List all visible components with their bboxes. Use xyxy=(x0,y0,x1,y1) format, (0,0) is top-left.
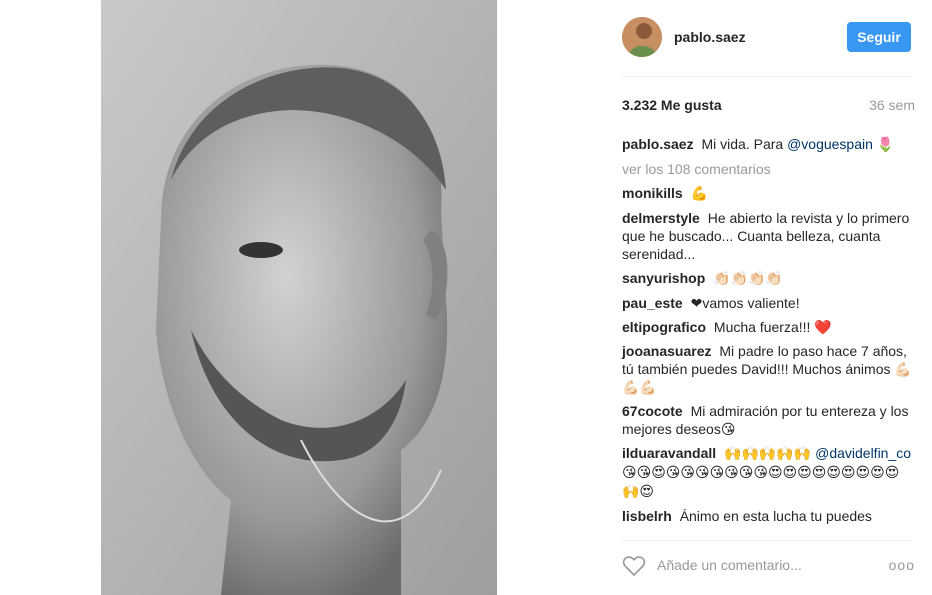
likes-count[interactable]: 3.232 Me gusta xyxy=(622,97,722,113)
comment-text: 👏🏻👏🏻👏🏻👏🏻 xyxy=(713,271,783,287)
list-item: delmerstyle He abierto la revista y lo p… xyxy=(622,209,912,263)
post-header: pablo.saez Seguir xyxy=(622,17,911,57)
view-all-comments-link[interactable]: ver los 108 comentarios xyxy=(622,160,912,178)
post-author-username[interactable]: pablo.saez xyxy=(674,29,746,45)
follow-button[interactable]: Seguir xyxy=(847,22,911,52)
comment-username[interactable]: ilduaravandall xyxy=(622,445,716,461)
post-timestamp[interactable]: 36 sem xyxy=(869,97,915,113)
list-item: ilduaravandall 🙌🙌🙌🙌🙌 @davidelfin_co 😘😘😍😘… xyxy=(622,444,912,501)
portrait-image xyxy=(101,0,497,595)
comment-text: Ánimo en esta lucha tu puedes xyxy=(679,508,872,524)
comment-username[interactable]: jooanasuarez xyxy=(622,343,711,359)
comment-text: ❤vamos valiente! xyxy=(690,295,800,311)
add-comment-input[interactable]: Añade un comentario... xyxy=(657,557,802,573)
comment-username[interactable]: lisbelrh xyxy=(622,508,672,524)
list-item: sanyurishop 👏🏻👏🏻👏🏻👏🏻 xyxy=(622,269,912,288)
comment-username[interactable]: monikills xyxy=(622,185,683,201)
caption-text: Mi vida. Para xyxy=(701,136,784,152)
comment-text: 💪 xyxy=(690,186,709,202)
comment-mention[interactable]: @davidelfin_co xyxy=(815,445,911,461)
comment-username[interactable]: 67cocote xyxy=(622,403,683,419)
more-options-icon[interactable]: ooo xyxy=(889,557,915,573)
comment-username[interactable]: eltipografico xyxy=(622,319,706,335)
comment-username[interactable]: pau_este xyxy=(622,295,683,311)
header-divider xyxy=(622,76,910,77)
post-details-panel: pablo.saez Seguir 3.232 Me gusta 36 sem … xyxy=(605,0,915,595)
list-item: monikills 💪 xyxy=(622,184,912,203)
list-item: lisbelrh Ánimo en esta lucha tu puedes xyxy=(622,507,912,525)
caption: pablo.saez Mi vida. Para @voguespain 🌷 xyxy=(622,135,912,154)
caption-username[interactable]: pablo.saez xyxy=(622,136,694,152)
comment-text-2: 😘😘😍😘😘😘😘😘😘😘😍😍😍😍😍😍😍😍😍🙌😍 xyxy=(622,465,900,500)
list-item: pau_este ❤vamos valiente! xyxy=(622,294,912,312)
comments-list: pablo.saez Mi vida. Para @voguespain 🌷 v… xyxy=(622,135,912,531)
avatar[interactable] xyxy=(622,17,662,57)
list-item: eltipografico Mucha fuerza!!! ❤️ xyxy=(622,318,912,336)
heart-outline-icon[interactable] xyxy=(622,555,646,577)
list-item: jooanasuarez Mi padre lo paso hace 7 año… xyxy=(622,342,912,396)
footer-divider xyxy=(622,540,910,541)
comment-username[interactable]: delmerstyle xyxy=(622,210,700,226)
comment-text: Mucha fuerza!!! ❤️ xyxy=(713,319,832,335)
list-item: 67cocote Mi admiración por tu entereza y… xyxy=(622,402,912,438)
caption-emoji: 🌷 xyxy=(876,137,895,153)
comment-username[interactable]: sanyurishop xyxy=(622,270,705,286)
comment-text: 🙌🙌🙌🙌🙌 xyxy=(724,446,812,462)
caption-mention[interactable]: @voguespain xyxy=(787,136,873,152)
post-photo[interactable] xyxy=(101,0,497,595)
